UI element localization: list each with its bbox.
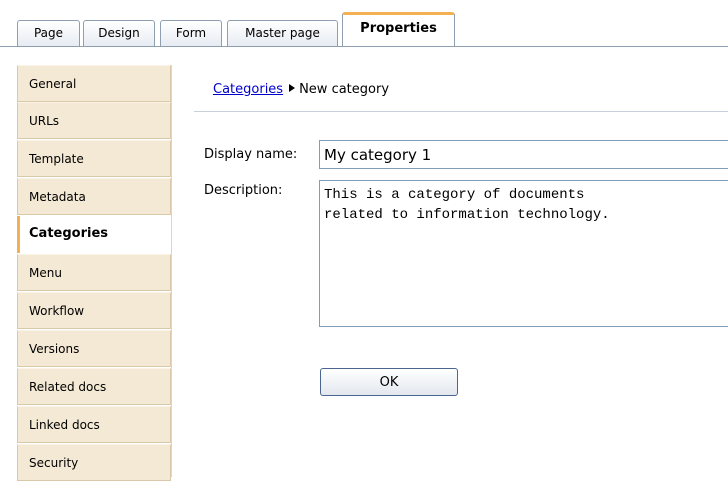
description-label: Description: bbox=[204, 183, 283, 198]
ok-button[interactable]: OK bbox=[320, 368, 458, 396]
description-textarea[interactable]: This is a category of documents related … bbox=[319, 180, 728, 327]
sidebar-item-general[interactable]: General bbox=[17, 65, 171, 102]
breadcrumb-link-categories[interactable]: Categories bbox=[213, 82, 283, 97]
sidebar-item-categories[interactable]: Categories bbox=[17, 216, 171, 253]
sidebar: General URLs Template Metadata Categorie… bbox=[17, 65, 171, 481]
display-name-label: Display name: bbox=[204, 147, 298, 162]
header-divider bbox=[194, 111, 728, 112]
sidebar-item-security[interactable]: Security bbox=[17, 444, 171, 481]
tab-page[interactable]: Page bbox=[17, 20, 80, 46]
breadcrumb-arrow-icon bbox=[289, 84, 296, 92]
sidebar-item-linked-docs[interactable]: Linked docs bbox=[17, 406, 171, 443]
content-divider bbox=[171, 65, 172, 477]
sidebar-item-menu[interactable]: Menu bbox=[17, 254, 171, 291]
tab-design[interactable]: Design bbox=[83, 20, 155, 46]
sidebar-item-related-docs[interactable]: Related docs bbox=[17, 368, 171, 405]
sidebar-item-workflow[interactable]: Workflow bbox=[17, 292, 171, 329]
sidebar-item-versions[interactable]: Versions bbox=[17, 330, 171, 367]
breadcrumb-current: New category bbox=[299, 82, 390, 97]
tab-baseline bbox=[0, 46, 728, 47]
tab-form[interactable]: Form bbox=[160, 20, 222, 46]
sidebar-item-metadata[interactable]: Metadata bbox=[17, 178, 171, 215]
sidebar-item-template[interactable]: Template bbox=[17, 140, 171, 177]
tab-master-page[interactable]: Master page bbox=[227, 20, 338, 46]
breadcrumb: Categories New category bbox=[213, 82, 389, 97]
tab-properties[interactable]: Properties bbox=[342, 12, 455, 47]
sidebar-item-urls[interactable]: URLs bbox=[17, 102, 171, 139]
tab-bar: Page Design Form Master page Properties bbox=[0, 0, 728, 48]
display-name-input[interactable] bbox=[319, 140, 728, 169]
